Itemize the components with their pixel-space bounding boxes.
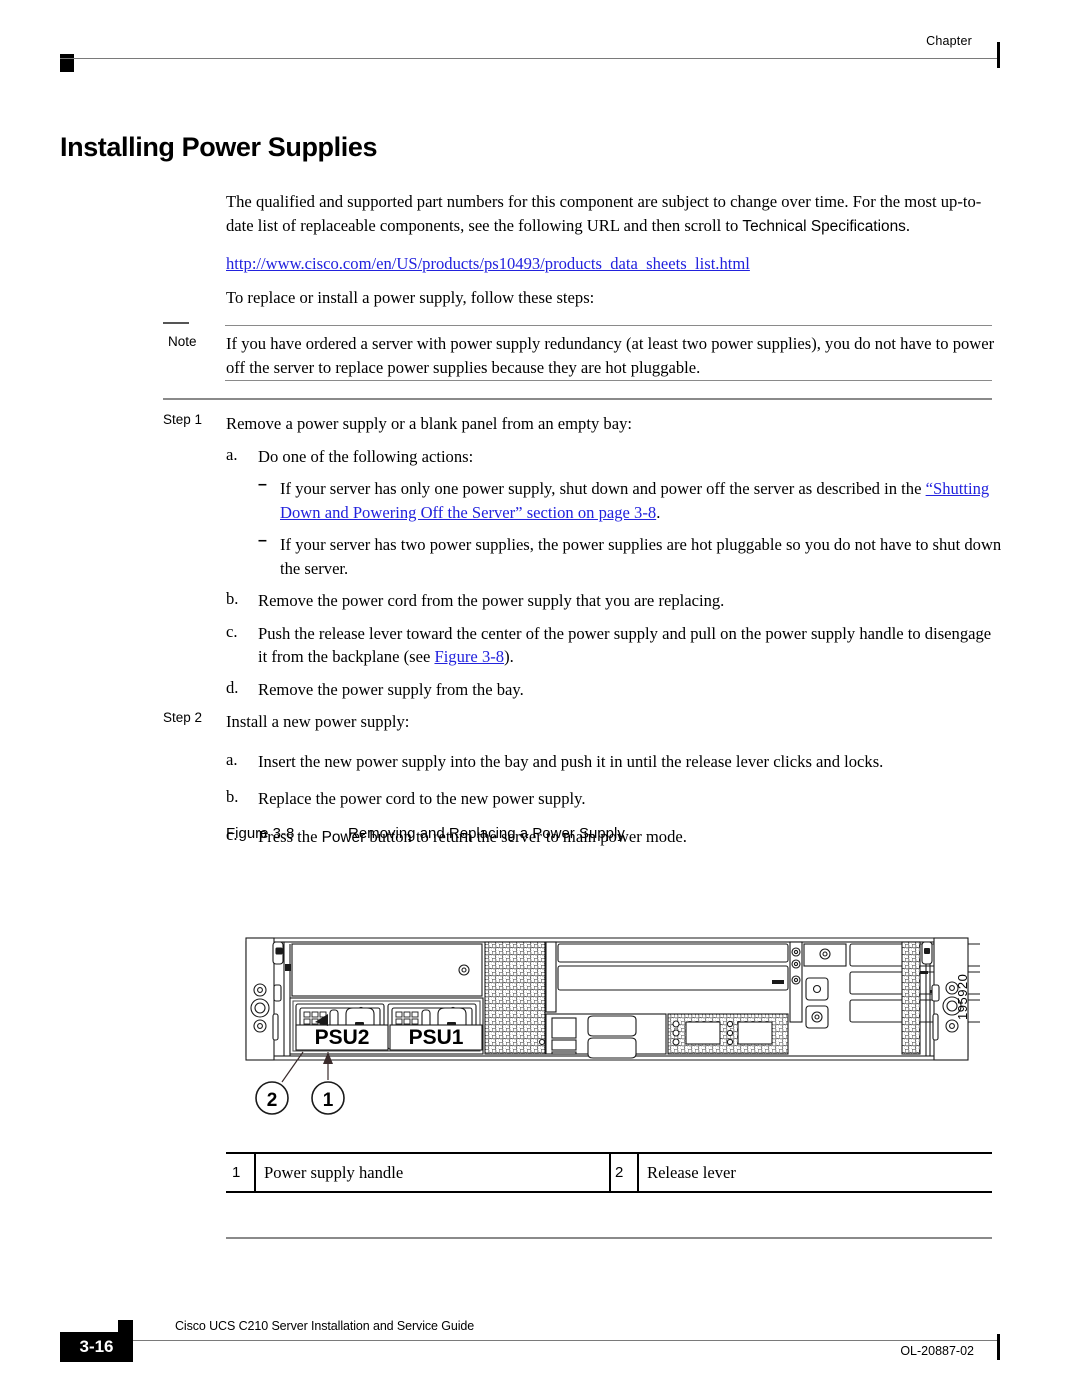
- figure-3-8-link[interactable]: Figure 3-8: [434, 647, 504, 666]
- substep-text-before: Push the release lever toward the center…: [258, 623, 992, 667]
- substep-item: b. Replace the power cord to the new pow…: [226, 787, 1003, 811]
- dash-text-before: If your server has only one power supply…: [280, 479, 926, 498]
- note-rule-bottom: [225, 380, 992, 381]
- substep-text-after: ).: [504, 647, 514, 666]
- header-edge-tick: [997, 42, 1000, 68]
- note-label: Note: [168, 334, 197, 349]
- svg-text:1: 1: [323, 1090, 334, 1111]
- substep-marker: b.: [226, 589, 239, 608]
- substep-marker: d.: [226, 677, 239, 697]
- steps-separator-rule: [163, 398, 992, 400]
- legend-divider: [637, 1154, 639, 1191]
- svg-text:PSU1: PSU1: [409, 1026, 464, 1049]
- substep-text: Remove the power supply from the bay.: [258, 679, 524, 699]
- page-title: Installing Power Supplies: [60, 132, 378, 162]
- intro-url-line: http://www.cisco.com/en/US/products/ps10…: [226, 252, 992, 276]
- figure-art-id: 195920: [955, 973, 970, 1020]
- step-text: Install a new power supply:: [226, 712, 410, 731]
- dash-text: If your server has two power supplies, t…: [280, 535, 1002, 578]
- step-label: Step 1: [163, 412, 203, 427]
- intro-paragraph-tail: .: [905, 215, 910, 235]
- legend-number: 2: [615, 1164, 624, 1181]
- substep-marker: a.: [226, 444, 238, 464]
- substep-marker: a.: [226, 749, 238, 769]
- intro-block: The qualified and supported part numbers…: [226, 190, 992, 309]
- substep-item: d. Remove the power supply from the bay.: [226, 678, 1003, 702]
- substep-item: b. Remove the power cord from the power …: [226, 589, 1003, 613]
- substep-item: c. Push the release lever toward the cen…: [226, 622, 1003, 669]
- svg-text:PSU2: PSU2: [315, 1026, 370, 1049]
- callout-circles: 2 1: [255, 1081, 345, 1115]
- substep-text: Do one of the following actions:: [258, 446, 474, 466]
- substep-text: Remove the power cord from the power sup…: [258, 591, 725, 610]
- legend-divider: [609, 1154, 611, 1191]
- svg-text:2: 2: [267, 1090, 278, 1111]
- dash-text: If your server has only one power supply…: [280, 477, 1003, 524]
- page-footer: 3-16 Cisco UCS C210 Server Installation …: [60, 1318, 1000, 1376]
- note-text: If you have ordered a server with power …: [226, 334, 995, 377]
- figure-caption: Figure 3-8 Removing and Replacing a Power…: [226, 825, 625, 842]
- legend-cell: 1 Power supply handle: [226, 1163, 609, 1183]
- header-chapter-label: Chapter: [926, 34, 972, 48]
- step-text: Remove a power supply or a blank panel f…: [226, 414, 632, 433]
- step-item: Step 2 Install a new power supply:: [163, 710, 1003, 734]
- intro-lead-in: To replace or install a power supply, fo…: [226, 287, 595, 307]
- substep-item: a. Insert the new power supply into the …: [226, 750, 1003, 774]
- step-item: Step 1 Remove a power supply or a blank …: [163, 412, 1003, 436]
- footer-edge-tick: [997, 1334, 1000, 1360]
- note-rule-top: [225, 325, 992, 326]
- legend-rule-bottom: [226, 1191, 992, 1193]
- dash-marker: –: [258, 476, 267, 493]
- dash-item: – If your server has only one power supp…: [258, 476, 1003, 524]
- note-top-tick: [163, 322, 189, 324]
- footer-document-number: OL-20887-02: [900, 1344, 974, 1358]
- section-bottom-rule: [226, 1237, 992, 1239]
- intro-paragraph: The qualified and supported part numbers…: [226, 190, 992, 238]
- document-page: Chapter Installing Power Supplies The qu…: [0, 0, 1080, 1397]
- page-number-badge: 3-16: [60, 1332, 133, 1362]
- legend-cell: 2 Release lever: [609, 1163, 992, 1183]
- steps-list: Step 1 Remove a power supply or a blank …: [163, 412, 1003, 858]
- footer-guide-title: Cisco UCS C210 Server Installation and S…: [175, 1319, 475, 1333]
- substep-text: Replace the power cord to the new power …: [258, 789, 586, 808]
- step-label: Step 2: [163, 710, 203, 725]
- dash-text-after: .: [656, 502, 661, 522]
- legend-number: 1: [232, 1164, 241, 1181]
- legend-text: Power supply handle: [264, 1162, 404, 1182]
- legend-divider: [254, 1154, 256, 1191]
- dash-item: – If your server has two power supplies,…: [258, 532, 1003, 580]
- substep-item: a. Do one of the following actions:: [226, 445, 1003, 469]
- substep-marker: b.: [226, 787, 239, 806]
- substep-marker: c.: [226, 621, 238, 641]
- server-rear-view-illustration: PSU2 PSU1 2 1: [245, 937, 980, 1115]
- header-rule: [60, 58, 1000, 59]
- header-marker-square: [60, 54, 74, 72]
- legend-text: Release lever: [647, 1162, 736, 1182]
- figure-number: Figure 3-8: [226, 825, 295, 842]
- substep-text: Push the release lever toward the center…: [258, 622, 1003, 669]
- footer-rule: [118, 1340, 1000, 1341]
- dash-marker: –: [258, 532, 267, 549]
- substep-text: Insert the new power supply into the bay…: [258, 751, 884, 771]
- technical-specifications-emphasis: Technical Specifications: [742, 217, 906, 235]
- cisco-datasheets-link[interactable]: http://www.cisco.com/en/US/products/ps10…: [226, 254, 750, 273]
- figure-caption-text: Removing and Replacing a Power Supply: [348, 825, 625, 842]
- page-header: Chapter: [60, 34, 1000, 74]
